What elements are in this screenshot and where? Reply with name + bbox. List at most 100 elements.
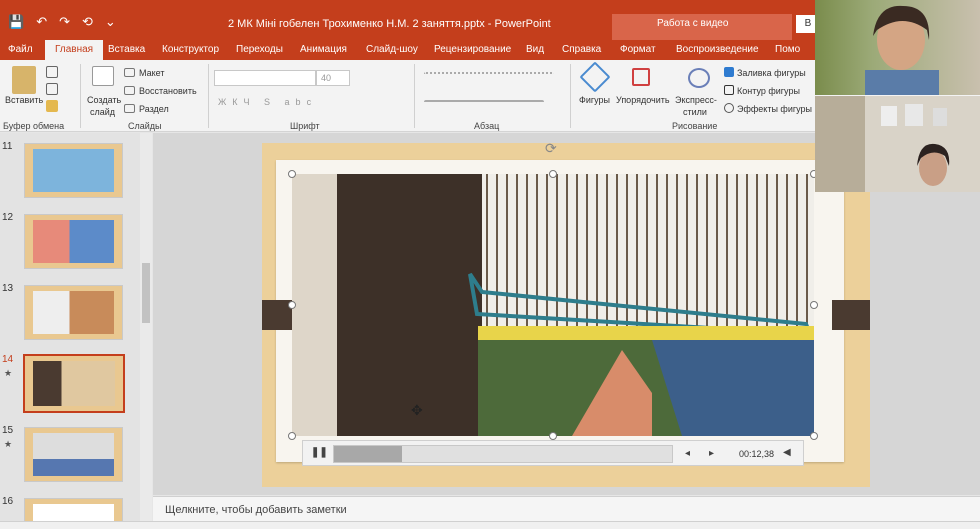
tab-insert[interactable]: Вставка [108, 44, 145, 55]
customize-qat-icon[interactable]: ⌄ [105, 14, 116, 30]
tab-playback[interactable]: Воспроизведение [676, 44, 759, 55]
animation-star-icon: ★ [4, 368, 13, 378]
tab-format[interactable]: Формат [620, 44, 656, 55]
resize-handle[interactable] [288, 432, 296, 440]
participant-video-1 [815, 0, 980, 95]
video-progress-bar[interactable] [333, 445, 673, 463]
slide-number: 11 [2, 141, 13, 152]
resize-handle[interactable] [810, 301, 818, 309]
slide-thumbnail-12[interactable] [24, 214, 123, 269]
video-tools-context: Работа с видео [612, 14, 792, 40]
slide-thumbnail-13[interactable] [24, 285, 123, 340]
tab-view[interactable]: Вид [526, 44, 544, 55]
slide-number: 12 [2, 212, 14, 223]
format-painter-icon[interactable] [46, 100, 58, 112]
tab-help-search[interactable]: Помо [775, 44, 800, 55]
section-label[interactable]: Раздел [139, 104, 169, 114]
video-time: 00:12,38 [739, 449, 775, 459]
shape-fill-icon[interactable] [724, 67, 734, 77]
shape-fill-label[interactable]: Заливка фигуры [737, 68, 806, 78]
shape-effects-icon[interactable] [724, 103, 734, 113]
scrollbar-thumb[interactable] [142, 263, 150, 323]
resize-handle[interactable] [549, 170, 557, 178]
participant-video-2 [815, 96, 980, 192]
video-frame-image [292, 174, 814, 436]
reset-icon[interactable] [124, 86, 135, 95]
slides-group-label: Слайды [128, 121, 162, 131]
reset-label[interactable]: Восстановить [139, 86, 197, 96]
align-buttons-icon[interactable] [424, 100, 544, 108]
repeat-icon[interactable]: ⟲ [82, 14, 93, 30]
resize-handle[interactable] [810, 432, 818, 440]
notes-placeholder: Щелкните, чтобы добавить заметки [165, 504, 347, 516]
separator [414, 64, 415, 128]
arrange-label[interactable]: Упорядочить [616, 95, 670, 105]
volume-icon[interactable]: ◀ [783, 447, 791, 458]
list-buttons-icon[interactable] [424, 72, 554, 80]
undo-icon[interactable]: ↶ [36, 14, 47, 30]
shape-effects-label[interactable]: Эффекты фигуры [737, 104, 812, 114]
slide-thumbnail-11[interactable] [24, 143, 123, 198]
save-icon[interactable]: 💾 [8, 14, 24, 30]
resize-handle[interactable] [288, 301, 296, 309]
thumbnails-scrollbar[interactable] [140, 133, 152, 521]
resize-handle[interactable] [288, 170, 296, 178]
layout-icon[interactable] [124, 68, 135, 77]
section-icon[interactable] [124, 104, 135, 113]
participant-2-image [881, 104, 950, 186]
tab-design[interactable]: Конструктор [162, 44, 219, 55]
cut-icon[interactable] [46, 66, 58, 78]
step-back-icon[interactable]: ◂ [685, 448, 690, 459]
quick-access-toolbar: 💾 ↶ ↷ ⟲ ⌄ [8, 14, 116, 30]
font-format-buttons[interactable]: ЖКЧ S abc [218, 97, 317, 107]
font-size-input[interactable]: 40 [316, 70, 350, 86]
new-slide-label-2[interactable]: слайд [90, 107, 115, 117]
copy-icon[interactable] [46, 83, 58, 95]
layout-label[interactable]: Макет [139, 68, 164, 78]
drawing-group-label: Рисование [672, 121, 718, 131]
pause-icon[interactable]: ❚❚ [311, 447, 328, 458]
redo-icon[interactable]: ↷ [59, 14, 70, 30]
paragraph-group-label: Абзац [474, 121, 500, 131]
status-bar [0, 521, 980, 529]
new-slide-label[interactable]: Создать [87, 95, 121, 105]
tab-slideshow[interactable]: Слайд-шоу [366, 44, 418, 55]
tab-review[interactable]: Рецензирование [434, 44, 511, 55]
tab-transitions[interactable]: Переходы [236, 44, 283, 55]
tab-help[interactable]: Справка [562, 44, 601, 55]
slide-number: 13 [2, 283, 14, 294]
step-forward-icon[interactable]: ▸ [709, 448, 714, 459]
slide-thumbnail-15[interactable] [24, 427, 123, 482]
tab-file[interactable]: Файл [8, 44, 33, 55]
slide-number: 14 [2, 354, 14, 365]
slide-thumbnail-14[interactable] [23, 354, 125, 413]
tab-home[interactable]: Главная [45, 40, 104, 60]
resize-handle[interactable] [549, 432, 557, 440]
new-slide-icon[interactable] [92, 66, 114, 86]
separator [80, 64, 81, 128]
arrange-icon[interactable] [632, 68, 650, 86]
shape-outline-label[interactable]: Контур фигуры [737, 86, 800, 96]
separator [208, 64, 209, 128]
quick-styles-label[interactable]: Экспресс- [675, 95, 717, 105]
video-tools-label: Работа с видео [657, 18, 729, 29]
video-player[interactable] [292, 174, 814, 436]
decorative-tab-right [832, 300, 870, 330]
slide-number: 16 [2, 496, 14, 507]
participant-1-image [865, 5, 939, 95]
font-name-input[interactable] [214, 70, 316, 86]
notes-pane[interactable]: Щелкните, чтобы добавить заметки [153, 496, 980, 521]
shapes-label[interactable]: Фигуры [579, 95, 610, 105]
video-controls: ❚❚ ◂ ▸ 00:12,38 ◀ [302, 440, 804, 466]
slide-thumbnails-pane: 11 12 13 14 ★ 15 ★ 16 [0, 133, 152, 528]
paste-label[interactable]: Вставить [5, 95, 43, 105]
tab-animations[interactable]: Анимация [300, 44, 347, 55]
paste-icon[interactable] [12, 66, 36, 94]
shapes-icon[interactable] [579, 61, 611, 93]
separator [570, 64, 571, 128]
shape-outline-icon[interactable] [724, 85, 734, 95]
quick-styles-label-2[interactable]: стили [683, 107, 707, 117]
quick-styles-icon[interactable] [688, 68, 710, 88]
document-title: 2 МК Міні гобелен Трохименко Н.М. 2 заня… [228, 18, 551, 30]
rotate-handle-icon[interactable]: ⟳ [545, 140, 557, 157]
